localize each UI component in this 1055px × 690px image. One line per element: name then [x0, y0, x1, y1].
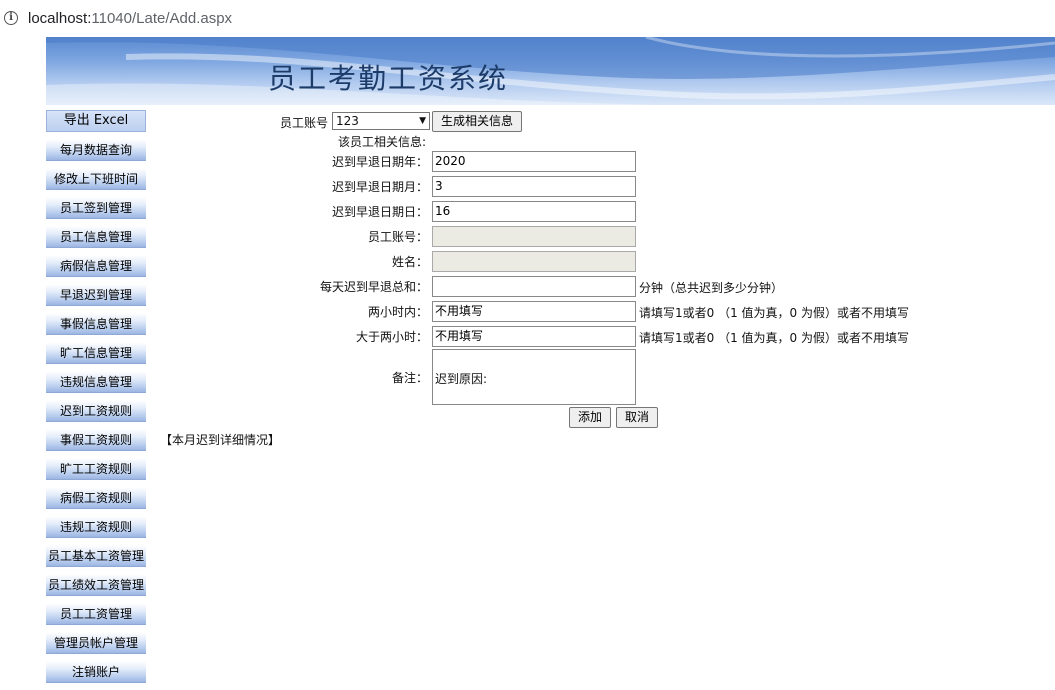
monthly-late-details-heading: 【本月迟到详细情况】: [160, 433, 281, 447]
year-input[interactable]: 2020: [432, 151, 636, 172]
name-label: 姓名：: [391, 255, 428, 269]
sidebar-item-absence-rules[interactable]: 旷工工资规则: [46, 458, 146, 480]
url-text[interactable]: localhost:11040/Late/Add.aspx: [28, 10, 232, 27]
sidebar-item-base-salary[interactable]: 员工基本工资管理: [46, 545, 146, 567]
name-field: [432, 251, 636, 272]
sidebar-nav: 导出 Excel 每月数据查询 修改上下班时间 员工签到管理 员工信息管理 病假…: [46, 110, 146, 690]
related-info-label: 该员工相关信息:: [337, 135, 426, 149]
sidebar-item-late-rules[interactable]: 迟到工资规则: [46, 400, 146, 422]
generate-info-button[interactable]: 生成相关信息: [432, 111, 522, 132]
over-two-hours-label: 大于两小时：: [355, 330, 428, 344]
within-two-hours-label: 两小时内：: [367, 305, 428, 319]
header-banner: 员工考勤工资系统: [46, 37, 1055, 105]
sidebar-item-logout[interactable]: 注销账户: [46, 661, 146, 683]
add-button[interactable]: 添加: [569, 407, 611, 428]
export-excel-button[interactable]: 导出 Excel: [46, 110, 146, 132]
account-label: 员工账号: [280, 116, 329, 130]
day-label: 迟到早退日期日：: [331, 205, 428, 219]
day-input[interactable]: 16: [432, 201, 636, 222]
over-two-hours-hint: 请填写1或者0 （1 值为真，0 为假）或者不用填写: [639, 331, 909, 345]
over-two-hours-input[interactable]: 不用填写: [432, 326, 636, 347]
total-minutes-label: 每天迟到早退总和：: [319, 280, 428, 294]
total-minutes-input[interactable]: [432, 276, 636, 297]
sidebar-item-sick-rules[interactable]: 病假工资规则: [46, 487, 146, 509]
sidebar-item-personal-leave[interactable]: 事假信息管理: [46, 313, 146, 335]
month-label: 迟到早退日期月：: [331, 180, 428, 194]
sidebar-item-employee-info[interactable]: 员工信息管理: [46, 226, 146, 248]
sidebar-item-sick-leave[interactable]: 病假信息管理: [46, 255, 146, 277]
employee-account-field: [432, 226, 636, 247]
cancel-button[interactable]: 取消: [616, 407, 658, 428]
sidebar-item-violation[interactable]: 违规信息管理: [46, 371, 146, 393]
account-select[interactable]: 123 ▼: [332, 112, 430, 130]
info-icon[interactable]: i: [4, 11, 18, 25]
sidebar-item-monthly-query[interactable]: 每月数据查询: [46, 139, 146, 161]
sidebar-item-work-hours[interactable]: 修改上下班时间: [46, 168, 146, 190]
remark-textarea[interactable]: 迟到原因:: [432, 349, 636, 405]
remark-label: 备注：: [391, 371, 428, 385]
remark-text: 迟到原因:: [435, 372, 488, 386]
total-minutes-hint: 分钟（总共迟到多少分钟）: [639, 281, 784, 295]
year-label: 迟到早退日期年：: [331, 155, 428, 169]
banner-swoosh-decoration: [46, 37, 1055, 105]
month-input[interactable]: 3: [432, 176, 636, 197]
employee-account-label: 员工账号：: [367, 230, 428, 244]
page-title: 员工考勤工资系统: [268, 62, 509, 95]
account-select-value: 123: [336, 114, 359, 128]
sidebar-item-performance-salary[interactable]: 员工绩效工资管理: [46, 574, 146, 596]
browser-address-bar: i localhost:11040/Late/Add.aspx: [0, 0, 1055, 36]
sidebar-item-checkin[interactable]: 员工签到管理: [46, 197, 146, 219]
within-two-hours-hint: 请填写1或者0 （1 值为真，0 为假）或者不用填写: [639, 306, 909, 320]
sidebar-item-admin-accounts[interactable]: 管理员帐户管理: [46, 632, 146, 654]
sidebar-item-absence[interactable]: 旷工信息管理: [46, 342, 146, 364]
url-path: 11040/Late/Add.aspx: [91, 9, 233, 27]
url-host: localhost:: [28, 9, 92, 27]
within-two-hours-input[interactable]: 不用填写: [432, 301, 636, 322]
sidebar-item-leave-rules[interactable]: 事假工资规则: [46, 429, 146, 451]
sidebar-item-violation-rules[interactable]: 违规工资规则: [46, 516, 146, 538]
sidebar-item-salary[interactable]: 员工工资管理: [46, 603, 146, 625]
sidebar-item-late-early[interactable]: 早退迟到管理: [46, 284, 146, 306]
chevron-down-icon: ▼: [419, 116, 426, 126]
